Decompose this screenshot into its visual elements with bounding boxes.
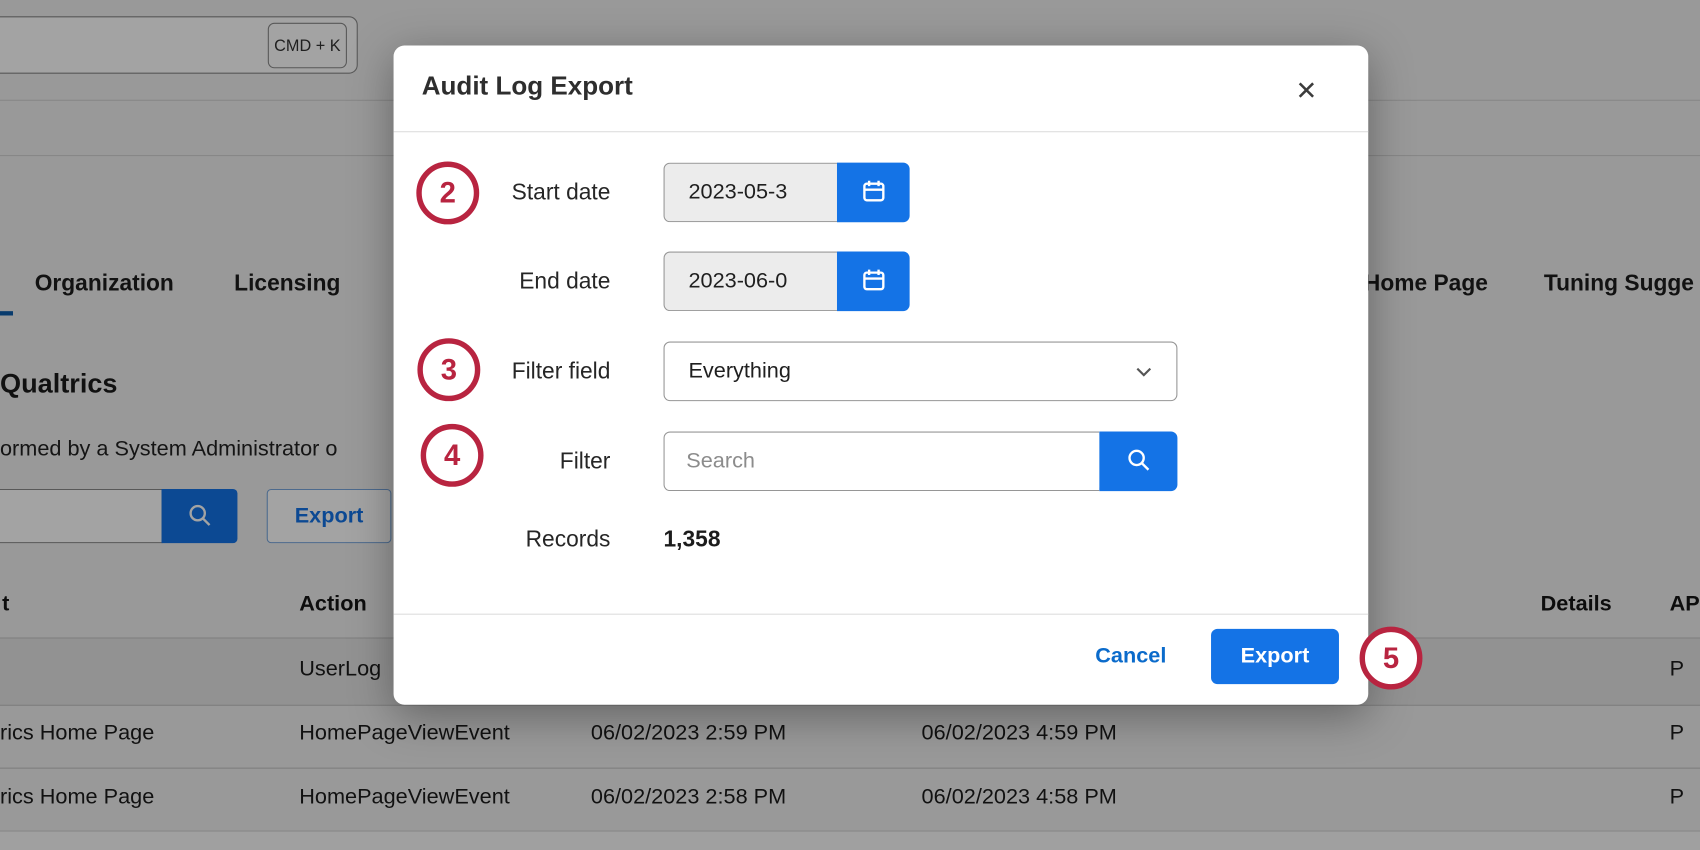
records-label: Records <box>394 527 611 553</box>
chevron-down-icon <box>1135 359 1152 384</box>
annotation-step-4: 4 <box>421 424 484 487</box>
close-icon[interactable]: ✕ <box>1285 69 1328 112</box>
page: CMD + K Organization Licensing Home Page… <box>0 0 1700 850</box>
export-button[interactable]: Export <box>1211 629 1339 684</box>
start-date-row: Start date <box>394 163 1369 223</box>
calendar-icon <box>860 178 886 207</box>
annotation-step-5: 5 <box>1360 627 1423 690</box>
audit-log-export-dialog: Audit Log Export ✕ Start date End date <box>394 46 1369 705</box>
records-row: Records 1,358 <box>394 518 1369 561</box>
start-date-calendar-button[interactable] <box>837 163 910 223</box>
divider <box>394 614 1369 615</box>
end-date-input[interactable] <box>664 252 837 312</box>
filter-row: Filter <box>394 432 1369 492</box>
dialog-title: Audit Log Export <box>422 72 633 102</box>
annotation-step-3: 3 <box>417 338 480 401</box>
search-icon <box>1125 447 1151 476</box>
filter-field-select[interactable]: Everything <box>664 342 1178 402</box>
end-date-label: End date <box>394 268 611 294</box>
filter-field-row: Filter field Everything <box>394 342 1369 402</box>
calendar-icon <box>860 267 886 296</box>
annotation-step-2: 2 <box>416 162 479 225</box>
records-count: 1,358 <box>664 527 721 553</box>
start-date-input[interactable] <box>664 163 837 223</box>
cancel-button[interactable]: Cancel <box>1060 629 1201 684</box>
filter-field-value: Everything <box>688 359 790 384</box>
end-date-row: End date <box>394 252 1369 312</box>
end-date-calendar-button[interactable] <box>837 252 910 312</box>
dialog-header: Audit Log Export ✕ <box>394 46 1369 133</box>
filter-search-button[interactable] <box>1099 432 1177 492</box>
filter-search-input[interactable] <box>664 432 1100 492</box>
